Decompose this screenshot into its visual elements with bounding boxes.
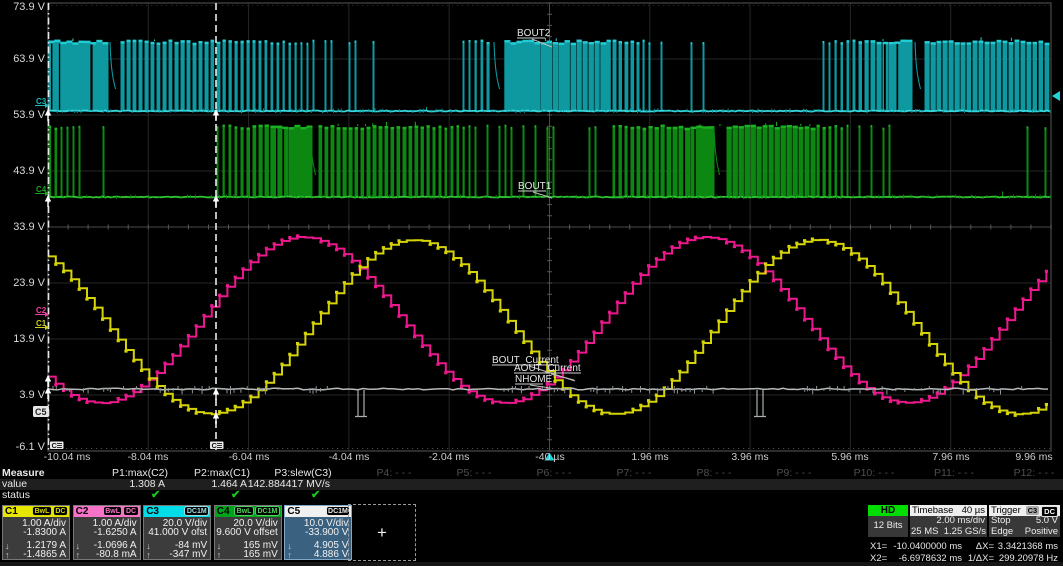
svg-text:C: C [52, 441, 58, 450]
svg-text:BOUT1: BOUT1 [518, 181, 552, 192]
svg-text:C: C [212, 441, 218, 450]
svg-text:63.9 V: 63.9 V [13, 53, 45, 65]
svg-text:-10.04 ms: -10.04 ms [44, 451, 91, 463]
svg-text:1.96 ms: 1.96 ms [631, 451, 668, 463]
svg-text:33.9 V: 33.9 V [13, 221, 45, 233]
svg-text:AOUT_Current: AOUT_Current [514, 363, 581, 374]
svg-text:-6.1 V: -6.1 V [16, 441, 46, 453]
svg-text:-4.04 ms: -4.04 ms [329, 451, 370, 463]
svg-text:9.96 ms: 9.96 ms [1015, 451, 1052, 463]
svg-text:43.9 V: 43.9 V [13, 165, 45, 177]
svg-text:3.96 ms: 3.96 ms [731, 451, 768, 463]
svg-text:C5: C5 [35, 407, 47, 417]
svg-text:-40 µs: -40 µs [535, 451, 564, 463]
svg-text:13.9 V: 13.9 V [13, 333, 45, 345]
svg-text:-2.04 ms: -2.04 ms [429, 451, 470, 463]
svg-text:-6.04 ms: -6.04 ms [229, 451, 270, 463]
svg-text:3.9 V: 3.9 V [19, 389, 45, 401]
svg-text:-8.04 ms: -8.04 ms [128, 451, 169, 463]
svg-text:5.96 ms: 5.96 ms [831, 451, 868, 463]
svg-text:7.96 ms: 7.96 ms [932, 451, 969, 463]
svg-text:53.9 V: 53.9 V [13, 109, 45, 121]
svg-text:NHOME: NHOME [515, 374, 553, 385]
svg-text:73.9 V: 73.9 V [13, 1, 45, 13]
svg-text:23.9 V: 23.9 V [13, 277, 45, 289]
svg-text:BOUT2: BOUT2 [517, 28, 551, 39]
